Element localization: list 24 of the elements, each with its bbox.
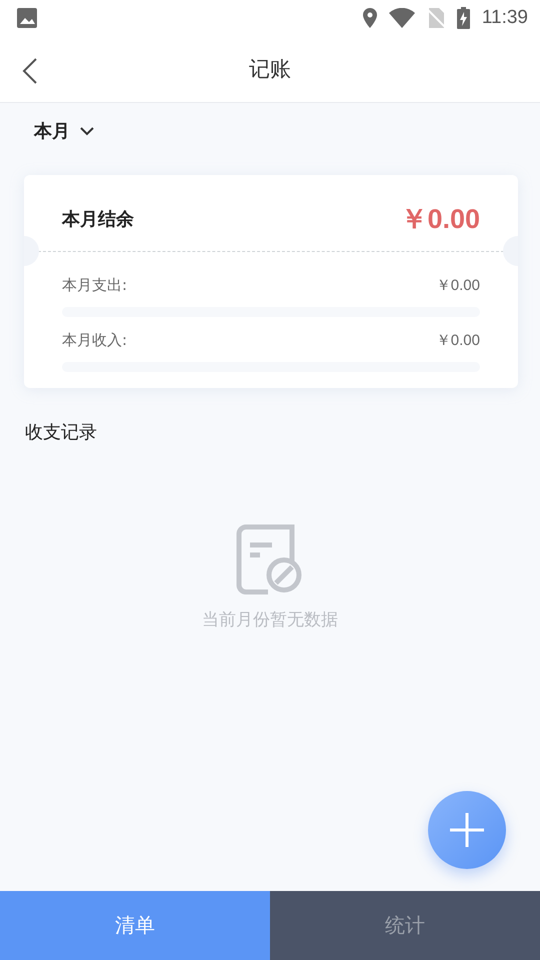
no-sim-icon: [426, 8, 445, 28]
summary-label: 本月支出:: [62, 276, 128, 295]
wifi-icon: [388, 8, 415, 28]
summary-amount: ￥0.00: [436, 331, 480, 350]
empty-message: 当前月份暂无数据: [202, 609, 338, 631]
card-notch: [24, 236, 39, 266]
bottom-tab[interactable]: 统计: [270, 891, 540, 960]
page-title: 记账: [249, 56, 291, 83]
location-icon: [362, 8, 377, 28]
add-button[interactable]: [428, 791, 506, 869]
balance-amount: ￥0.00: [400, 203, 480, 236]
card-notch: [503, 236, 518, 266]
plus-icon: [448, 811, 486, 849]
chevron-down-icon: [80, 126, 94, 136]
summary-amount: ￥0.00: [436, 276, 480, 295]
period-dropdown[interactable]: 本月: [34, 119, 94, 143]
balance-label: 本月结余: [62, 208, 134, 231]
empty-document-icon: [236, 524, 304, 596]
summary-label: 本月收入:: [62, 331, 128, 350]
image-icon: [16, 7, 38, 29]
battery-charging-icon: [456, 7, 470, 29]
section-title: 收支记录: [25, 421, 98, 444]
status-time: 11:39: [482, 7, 528, 29]
bottom-tab[interactable]: 清单: [0, 891, 270, 960]
